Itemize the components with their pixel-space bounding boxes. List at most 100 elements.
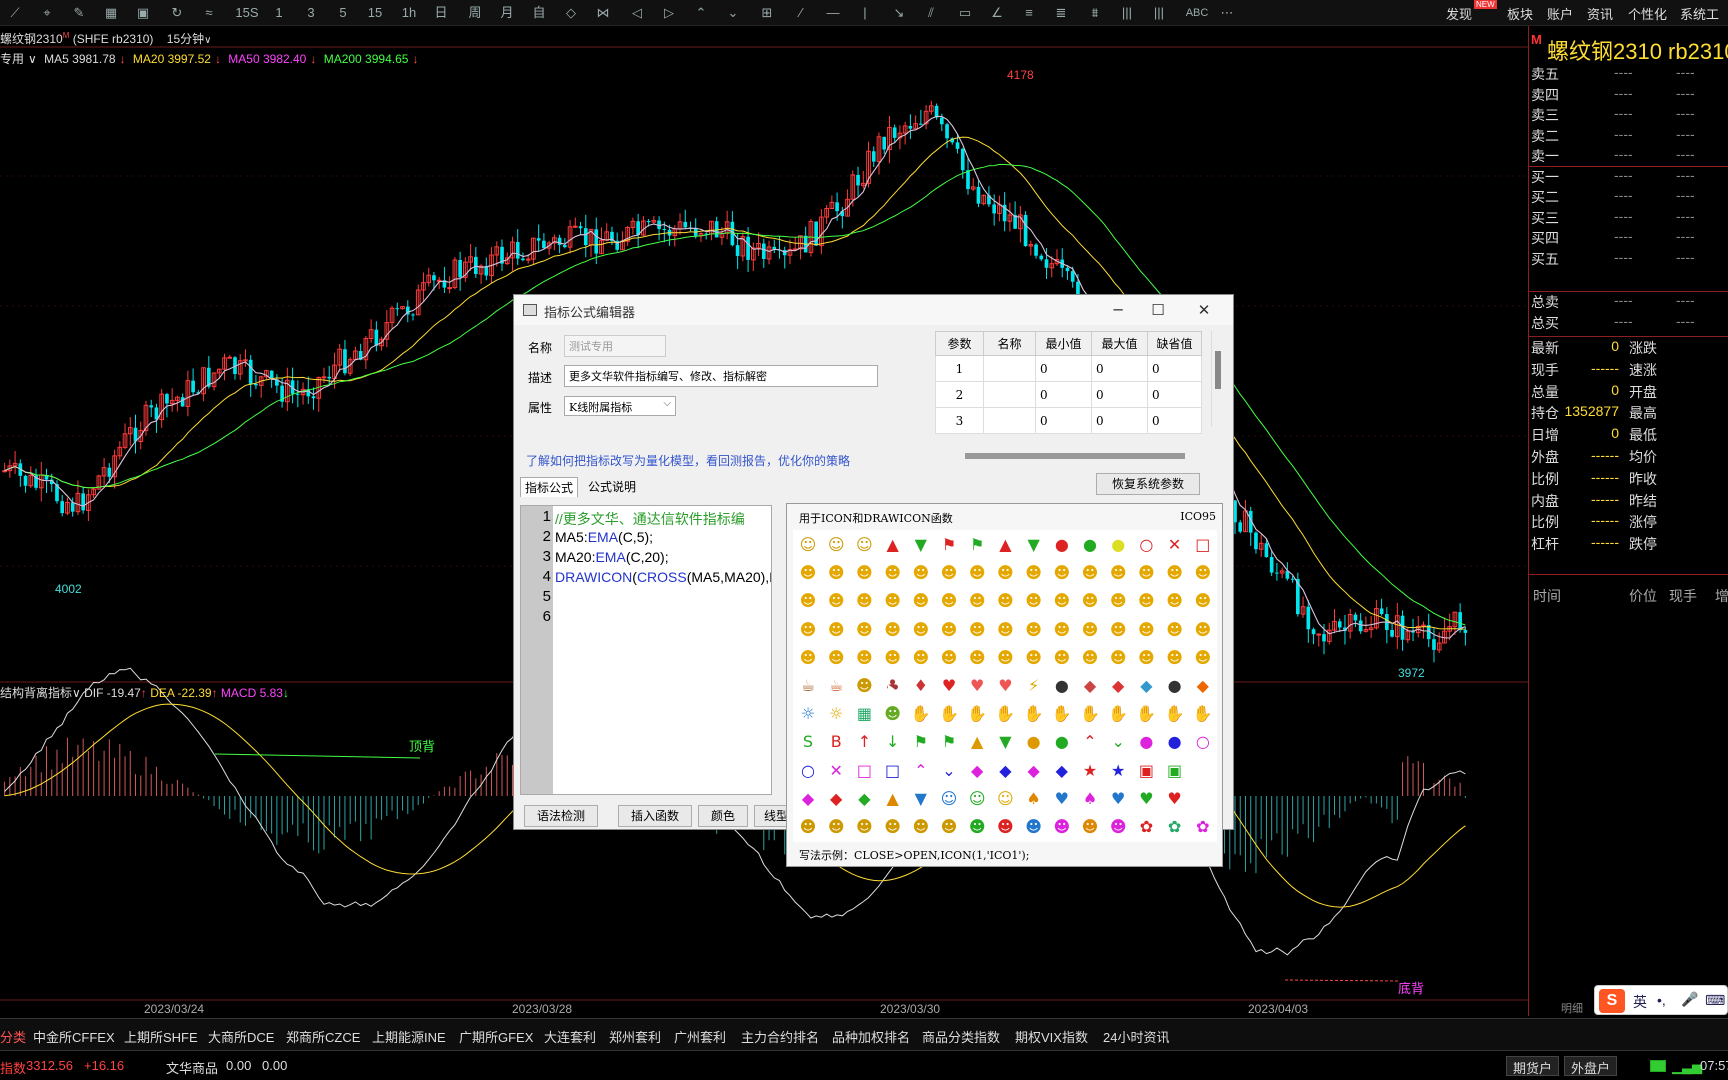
- icon-option[interactable]: ☼: [823, 701, 849, 727]
- menu-discover[interactable]: 发现: [1446, 4, 1472, 23]
- icon-option[interactable]: ✋: [1133, 701, 1159, 727]
- icon-option[interactable]: ☻: [992, 814, 1018, 840]
- period-1h[interactable]: 1h: [398, 3, 420, 23]
- tab-formula[interactable]: 指标公式: [520, 477, 579, 497]
- icon-option[interactable]: ☻: [1021, 645, 1047, 671]
- icon-option[interactable]: ▲: [880, 786, 906, 812]
- menu-personalize[interactable]: 个性化: [1628, 4, 1667, 23]
- icon-option[interactable]: ▼: [992, 729, 1018, 755]
- icon-option[interactable]: ☻: [823, 588, 849, 614]
- market-tab[interactable]: 品种加权排名: [832, 1027, 910, 1046]
- icon-option[interactable]: ☻: [1049, 617, 1075, 643]
- icon-option[interactable]: ☻: [880, 814, 906, 840]
- icon-option[interactable]: ✋: [1105, 701, 1131, 727]
- icon-option[interactable]: ☻: [880, 560, 906, 586]
- icon-option[interactable]: ☻: [964, 588, 990, 614]
- period-month[interactable]: 月: [496, 3, 518, 23]
- icon-option[interactable]: ◆: [1190, 673, 1216, 699]
- icon-option[interactable]: ☻: [1162, 588, 1188, 614]
- hline-tool-icon[interactable]: —: [822, 3, 844, 23]
- icon-option[interactable]: ☻: [1162, 645, 1188, 671]
- icon-option[interactable]: ✕: [823, 758, 849, 784]
- period-selector[interactable]: 15分钟: [167, 32, 204, 46]
- icon-option[interactable]: ✋: [992, 701, 1018, 727]
- ray-tool-icon[interactable]: ↘: [888, 3, 910, 23]
- market-tab[interactable]: 上期能源INE: [372, 1027, 446, 1046]
- ma-legend-prefix[interactable]: 专用: [0, 52, 24, 66]
- icon-option[interactable]: ✋: [1190, 701, 1216, 727]
- market-tab[interactable]: 中金所CFFEX: [33, 1027, 115, 1046]
- icon-option[interactable]: ☻: [1077, 617, 1103, 643]
- icon-option[interactable]: ♥: [964, 673, 990, 699]
- icon-option[interactable]: ☻: [823, 645, 849, 671]
- market-tab[interactable]: 24小时资讯: [1103, 1027, 1169, 1046]
- icon-option[interactable]: ☻: [795, 588, 821, 614]
- icon-option[interactable]: S: [795, 729, 821, 755]
- icon-option[interactable]: ☻: [880, 588, 906, 614]
- icon-option[interactable]: ☻: [823, 814, 849, 840]
- icon-option[interactable]: ♥: [1162, 786, 1188, 812]
- param-cell[interactable]: 0: [1091, 407, 1148, 434]
- period-custom[interactable]: 自: [528, 3, 550, 23]
- fib-tool-icon[interactable]: ≡: [1018, 3, 1040, 23]
- icon-option[interactable]: ☻: [795, 645, 821, 671]
- market-tab[interactable]: 分类: [0, 1027, 26, 1046]
- icon-option[interactable]: ☻: [908, 617, 934, 643]
- icon-option[interactable]: ☻: [1021, 617, 1047, 643]
- restore-params-button[interactable]: 恢复系统参数: [1096, 473, 1200, 495]
- icon-option[interactable]: ☻: [1077, 814, 1103, 840]
- icon-option[interactable]: ⚑: [936, 729, 962, 755]
- tab-formula-desc[interactable]: 公式说明: [584, 477, 640, 497]
- market-tab[interactable]: 期权VIX指数: [1015, 1027, 1088, 1046]
- gann-tool-icon[interactable]: ⩩: [1084, 3, 1106, 23]
- icon-option[interactable]: ☻: [823, 617, 849, 643]
- icon-option[interactable]: ✿: [1190, 814, 1216, 840]
- icon-option[interactable]: ◆: [964, 758, 990, 784]
- icon-option[interactable]: ☻: [908, 560, 934, 586]
- icon-option[interactable]: ☻: [908, 645, 934, 671]
- right-arrow-icon[interactable]: ▷: [658, 3, 680, 23]
- icon-option[interactable]: ⚑: [908, 729, 934, 755]
- icon-option[interactable]: ☻: [992, 645, 1018, 671]
- foreign-account-button[interactable]: 外盘户: [1564, 1056, 1618, 1076]
- text-tool-icon[interactable]: ABC: [1182, 3, 1212, 23]
- icon-option[interactable]: ☻: [964, 814, 990, 840]
- icon-option[interactable]: ☻: [964, 560, 990, 586]
- market-tab[interactable]: 郑商所CZCE: [286, 1027, 360, 1046]
- line-tool-icon[interactable]: ∕: [790, 3, 812, 23]
- icon-option[interactable]: ☻: [1105, 560, 1131, 586]
- icon-option[interactable]: ☻: [1133, 617, 1159, 643]
- icon-option[interactable]: ●: [1105, 532, 1131, 558]
- market-tab[interactable]: 商品分类指数: [922, 1027, 1000, 1046]
- icon-option[interactable]: ☻: [1077, 588, 1103, 614]
- icon-option[interactable]: ☻: [1162, 617, 1188, 643]
- icon-option[interactable]: ☻: [795, 560, 821, 586]
- futures-account-button[interactable]: 期货户: [1506, 1056, 1560, 1076]
- maximize-icon[interactable]: ☐: [1144, 299, 1172, 321]
- icon-option[interactable]: ♠: [1077, 786, 1103, 812]
- param-cell[interactable]: 0: [1147, 381, 1202, 408]
- icon-option[interactable]: ☻: [851, 673, 877, 699]
- icon-option[interactable]: ☻: [851, 814, 877, 840]
- icon-option[interactable]: ▼: [1021, 532, 1047, 558]
- icon-option[interactable]: ☻: [964, 645, 990, 671]
- icon-option[interactable]: ☻: [1190, 560, 1216, 586]
- compare-icon[interactable]: ≈: [198, 3, 220, 23]
- icon-option[interactable]: ☻: [992, 560, 1018, 586]
- minimize-icon[interactable]: ─: [1104, 299, 1132, 321]
- icon-option[interactable]: ☻: [1133, 560, 1159, 586]
- icon-option[interactable]: ◆: [795, 786, 821, 812]
- market-tab[interactable]: 大连套利: [544, 1027, 596, 1046]
- param-cell[interactable]: 0: [1035, 355, 1092, 382]
- icon-option[interactable]: ☻: [823, 560, 849, 586]
- icon-option[interactable]: ●: [1049, 729, 1075, 755]
- icon-option[interactable]: ✋: [936, 701, 962, 727]
- param-cell[interactable]: 2: [935, 381, 984, 408]
- icon-option[interactable]: ☻: [1133, 588, 1159, 614]
- icon-option[interactable]: ✋: [1162, 701, 1188, 727]
- crosshair-icon[interactable]: ⌖: [36, 3, 58, 23]
- channel-tool-icon[interactable]: ⫽: [920, 3, 942, 23]
- icon-option[interactable]: ▼: [908, 786, 934, 812]
- icon-option[interactable]: ◆: [1133, 673, 1159, 699]
- icon-option[interactable]: ☻: [795, 814, 821, 840]
